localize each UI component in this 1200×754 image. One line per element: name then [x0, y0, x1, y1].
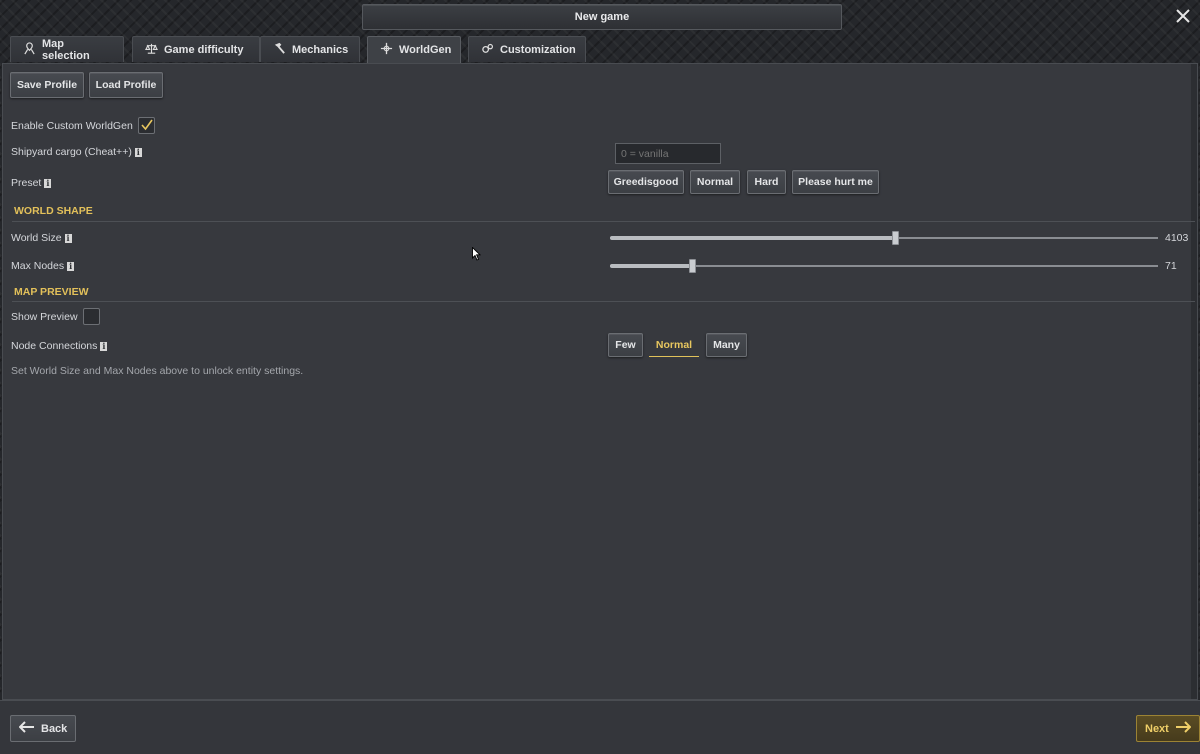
world-size-label: World Size i [11, 232, 72, 244]
info-icon[interactable]: i [44, 178, 52, 188]
tab-mechanics[interactable]: Mechanics [260, 36, 360, 62]
slider-thumb[interactable] [689, 259, 697, 273]
tab-label: Map selection [42, 37, 90, 62]
close-button[interactable] [1172, 6, 1194, 28]
tab-customization[interactable]: Customization [468, 36, 586, 62]
show-preview-checkbox[interactable] [83, 308, 100, 325]
back-button[interactable]: Back [10, 715, 77, 742]
next-button[interactable]: Next [1136, 715, 1200, 742]
tab-label: Game difficulty [164, 43, 244, 56]
arrow-left-icon [18, 721, 35, 736]
slider-thumb[interactable] [891, 231, 899, 245]
slider-fill [610, 264, 693, 268]
mouse-cursor-icon [472, 246, 482, 264]
info-icon[interactable]: i [134, 147, 142, 157]
arrow-right-icon [1175, 721, 1192, 736]
node-connections-text: Node Connections [11, 340, 98, 352]
save-profile-button[interactable]: Save Profile [10, 72, 84, 98]
preset-normal-button[interactable]: Normal [690, 170, 740, 194]
worldgen-panel: Save Profile Load Profile Enable Custom … [2, 63, 1198, 700]
info-icon[interactable]: i [67, 261, 75, 271]
back-label: Back [41, 722, 68, 735]
enable-custom-checkbox[interactable] [138, 117, 155, 134]
window-title: New game [362, 4, 842, 30]
shipyard-cargo-label: Shipyard cargo (Cheat++) i [11, 146, 142, 158]
scales-icon [145, 42, 158, 58]
show-preview-label: Show Preview [11, 311, 78, 323]
preset-please-hurt-me-button[interactable]: Please hurt me [792, 170, 879, 194]
next-label: Next [1145, 722, 1169, 735]
world-size-value: 4103 [1165, 232, 1189, 244]
map-marker-icon [23, 41, 36, 58]
shipyard-cargo-text: Shipyard cargo (Cheat++) [11, 146, 132, 158]
plus-node-icon [380, 42, 393, 58]
hammer-icon [273, 42, 286, 58]
connections-few-button[interactable]: Few [608, 333, 643, 357]
node-connections-label: Node Connections i [11, 340, 108, 352]
preset-label: Preset i [11, 177, 52, 189]
section-divider [12, 301, 1195, 302]
preset-text: Preset [11, 177, 42, 189]
tab-label: Mechanics [292, 43, 349, 56]
section-divider [12, 221, 1195, 222]
checkmark-icon [140, 118, 153, 134]
tab-label: WorldGen [399, 44, 452, 56]
max-nodes-value: 71 [1165, 260, 1177, 272]
max-nodes-slider[interactable] [610, 259, 1158, 273]
world-shape-heading: WORLD SHAPE [14, 205, 93, 217]
tab-game-difficulty[interactable]: Game difficulty [132, 36, 260, 62]
info-icon[interactable]: i [64, 233, 72, 243]
map-preview-heading: MAP PREVIEW [14, 286, 89, 298]
tab-worldgen[interactable]: WorldGen [367, 36, 461, 63]
max-nodes-label: Max Nodes i [11, 260, 75, 272]
gears-icon [481, 42, 494, 58]
slider-fill [610, 236, 895, 240]
max-nodes-text: Max Nodes [11, 260, 65, 272]
connections-many-button[interactable]: Many [706, 333, 747, 357]
connections-normal-button[interactable]: Normal [649, 333, 699, 357]
info-icon[interactable]: i [100, 341, 108, 351]
close-icon [1175, 6, 1191, 28]
tab-label: Customization [500, 43, 576, 56]
tab-map-selection[interactable]: Map selection [10, 36, 124, 62]
load-profile-button[interactable]: Load Profile [89, 72, 163, 98]
scrollbar[interactable] [1191, 64, 1197, 699]
unlock-hint-text: Set World Size and Max Nodes above to un… [11, 365, 304, 377]
footer-bar: Back Next [0, 700, 1200, 754]
shipyard-cargo-input[interactable] [615, 143, 721, 164]
world-size-text: World Size [11, 232, 62, 244]
world-size-slider[interactable] [610, 231, 1158, 245]
preset-greedisgood-button[interactable]: Greedisgood [608, 170, 684, 194]
enable-custom-label: Enable Custom WorldGen [11, 120, 133, 132]
preset-hard-button[interactable]: Hard [747, 170, 786, 194]
